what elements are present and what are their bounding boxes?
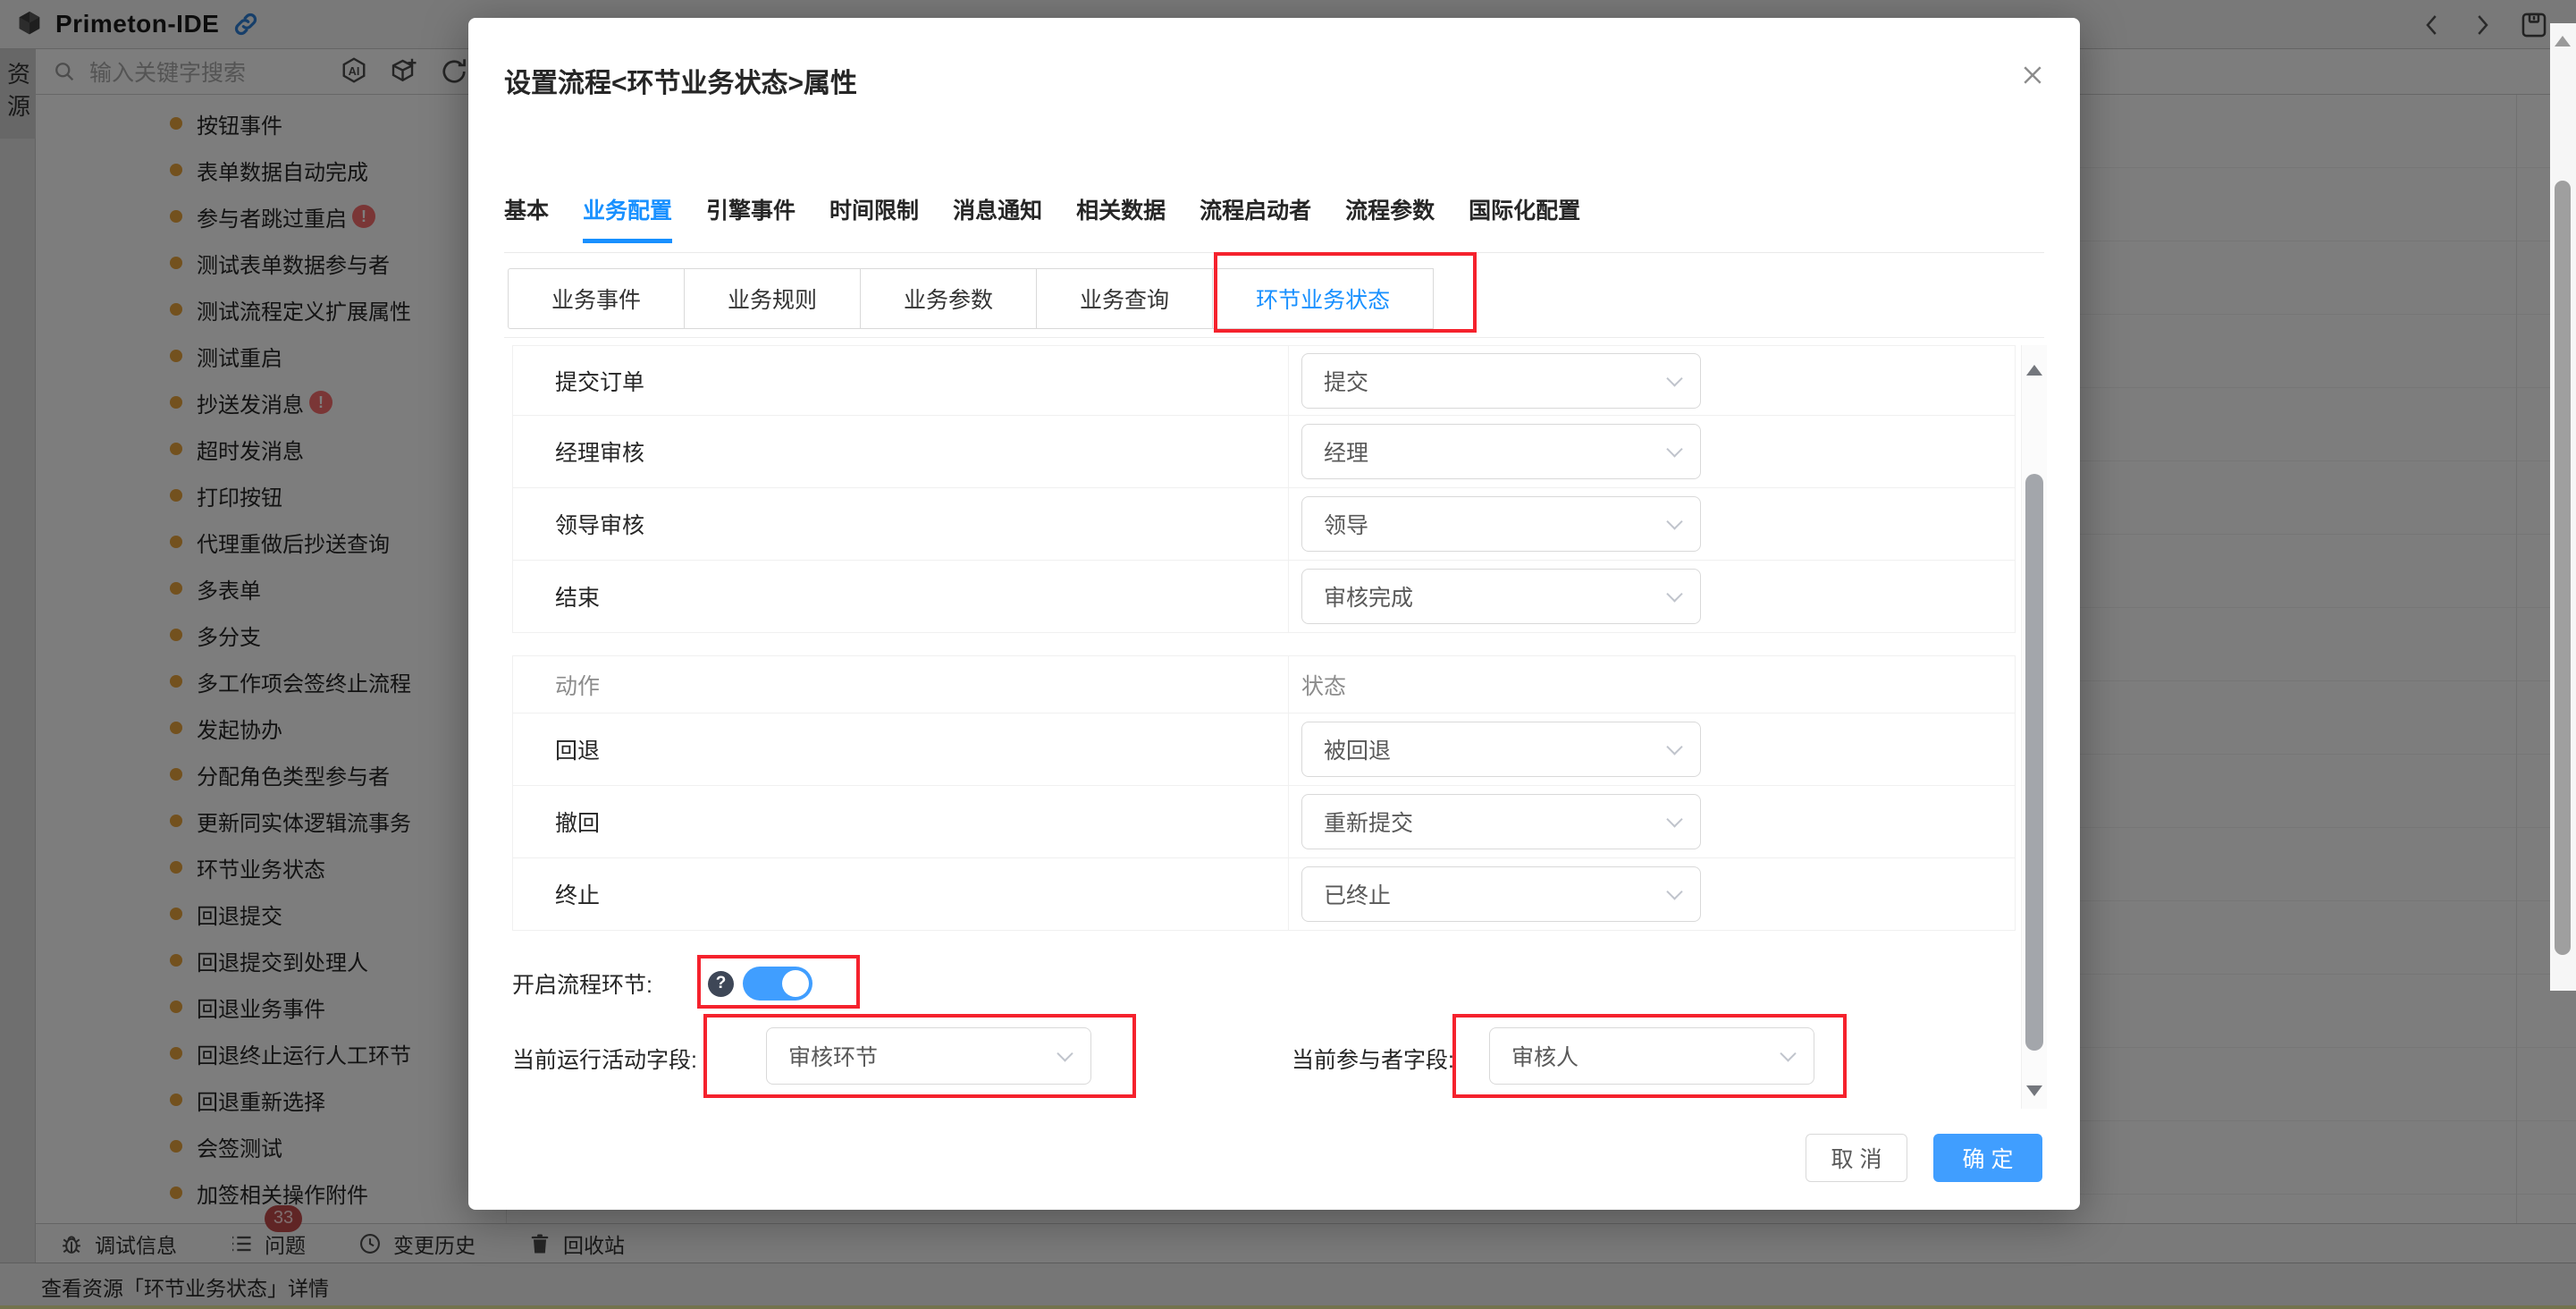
status-select[interactable]: 被回退 [1301, 722, 1701, 777]
table-row: 提交订单 提交 [513, 346, 2015, 416]
chevron-down-icon [1666, 586, 1682, 602]
dialog-tab[interactable]: 业务配置 [583, 193, 672, 243]
chevron-down-icon [1780, 1045, 1796, 1061]
chevron-down-icon [1666, 811, 1682, 827]
table-row: 终止 已终止 [513, 858, 2015, 931]
subtabs-divider [504, 337, 2044, 338]
table-row: 经理审核 经理 [513, 416, 2015, 488]
table-row: 回退 被回退 [513, 714, 2015, 786]
scrollbar-thumb[interactable] [2555, 181, 2571, 955]
chevron-down-icon [1666, 883, 1682, 899]
subtab-button[interactable]: 业务查询 [1036, 268, 1213, 329]
enable-process-node-row: 开启流程环节: ? [512, 960, 812, 1007]
chevron-down-icon [1666, 441, 1682, 457]
dialog-tab[interactable]: 时间限制 [829, 193, 919, 243]
chevron-down-icon [1666, 370, 1682, 386]
dialog-tab[interactable]: 基本 [504, 193, 549, 243]
process-properties-dialog: 设置流程<环节业务状态>属性 基本 业务配置 引擎事件 时间限制 消息通知 相关… [468, 18, 2080, 1210]
app-window: Primeton-IDE 资源 输入关键字搜索 [0, 0, 2576, 1309]
dialog-tab[interactable]: 引擎事件 [706, 193, 796, 243]
subtab-button[interactable]: 环节业务状态 [1212, 268, 1434, 329]
scroll-up-icon[interactable] [2555, 36, 2571, 46]
status-select[interactable]: 审核完成 [1301, 569, 1701, 624]
chevron-down-icon [1666, 739, 1682, 755]
status-select[interactable]: 领导 [1301, 496, 1701, 552]
dialog-tab[interactable]: 流程参数 [1345, 193, 1435, 243]
chevron-down-icon [1056, 1045, 1073, 1061]
dialog-tab[interactable]: 消息通知 [953, 193, 1042, 243]
activity-status-table: 提交订单 提交 经理审核 经理 [512, 345, 2016, 633]
status-select[interactable]: 重新提交 [1301, 794, 1701, 849]
toggle-label: 开启流程环节: [512, 967, 691, 1000]
dialog-tab[interactable]: 国际化配置 [1469, 193, 1580, 243]
status-select[interactable]: 已终止 [1301, 866, 1701, 922]
current-participant-field-label: 当前参与者字段: [1292, 1043, 1454, 1075]
subtab-button[interactable]: 业务规则 [684, 268, 861, 329]
business-config-subtabs: 业务事件 业务规则 业务参数 业务查询 环节业务状态 [508, 268, 1434, 329]
cancel-button[interactable]: 取 消 [1806, 1134, 1907, 1182]
close-icon[interactable] [2016, 59, 2049, 91]
status-select[interactable]: 经理 [1301, 424, 1701, 479]
status-select[interactable]: 提交 [1301, 353, 1701, 409]
toggle-knob [782, 970, 809, 997]
action-status-table: 动作 状态 回退 被回退 撤回 [512, 655, 2016, 931]
dialog-tab[interactable]: 相关数据 [1076, 193, 1166, 243]
current-activity-field-label: 当前运行活动字段: [512, 1043, 697, 1075]
edge-scrollbar[interactable] [2550, 23, 2576, 991]
dialog-title: 设置流程<环节业务状态>属性 [504, 61, 857, 100]
table-header-row: 动作 状态 [513, 656, 2015, 714]
dialog-tabs: 基本 业务配置 引擎事件 时间限制 消息通知 相关数据 流程启动者 流程参数 国… [504, 193, 1580, 243]
dialog-scrollbar[interactable] [2021, 345, 2047, 1109]
scroll-down-icon[interactable] [2026, 1085, 2042, 1096]
enable-toggle[interactable] [743, 967, 812, 1001]
subtab-button[interactable]: 业务事件 [508, 268, 685, 329]
tabs-divider [504, 252, 2044, 253]
scrollbar-thumb[interactable] [2025, 474, 2043, 1051]
current-participant-field-select[interactable]: 审核人 [1489, 1027, 1814, 1085]
table-row: 结束 审核完成 [513, 561, 2015, 633]
dialog-tab[interactable]: 流程启动者 [1200, 193, 1311, 243]
chevron-down-icon [1666, 513, 1682, 529]
table-row: 领导审核 领导 [513, 488, 2015, 561]
subtab-button[interactable]: 业务参数 [860, 268, 1037, 329]
ok-button[interactable]: 确 定 [1933, 1134, 2042, 1182]
current-activity-field-select[interactable]: 审核环节 [766, 1027, 1091, 1085]
table-row: 撤回 重新提交 [513, 786, 2015, 858]
help-icon[interactable]: ? [708, 971, 734, 997]
scroll-up-icon[interactable] [2026, 365, 2042, 376]
